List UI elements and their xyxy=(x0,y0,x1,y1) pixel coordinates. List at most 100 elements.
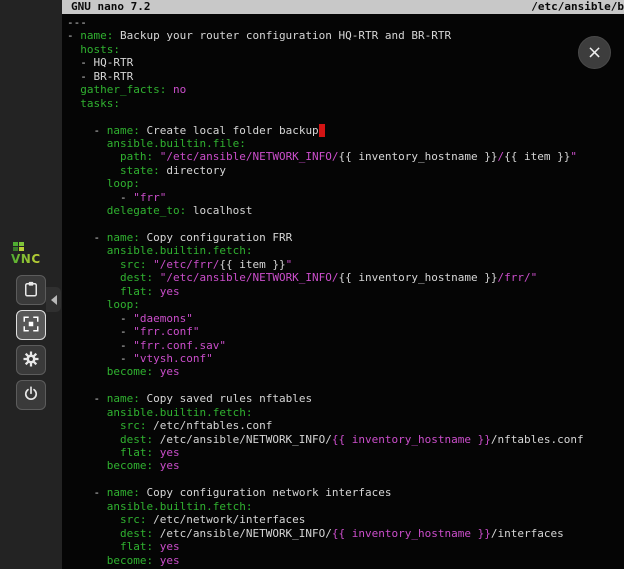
editor-line: - "daemons" xyxy=(67,312,624,325)
close-button[interactable]: × xyxy=(578,36,611,69)
code-segment xyxy=(67,298,107,311)
code-segment: yes xyxy=(160,446,180,459)
code-segment: loop: xyxy=(107,177,140,190)
code-segment: {{ item }} xyxy=(219,258,285,271)
editor-line: hosts: xyxy=(67,43,624,56)
code-segment: {{ inventory_hostname }} xyxy=(339,271,498,284)
editor-line: loop: xyxy=(67,177,624,190)
close-icon: × xyxy=(587,38,602,68)
novnc-logo: VNC xyxy=(11,242,51,266)
code-segment: hosts: xyxy=(80,43,120,56)
power-icon xyxy=(22,385,40,406)
editor-line: flat: yes xyxy=(67,540,624,553)
editor-line: become: yes xyxy=(67,365,624,378)
code-segment xyxy=(67,446,120,459)
code-segment xyxy=(67,419,120,432)
editor-line: gather_facts: no xyxy=(67,83,624,96)
editor-line: dest: /etc/ansible/NETWORK_INFO/{{ inven… xyxy=(67,527,624,540)
editor-line: become: yes xyxy=(67,554,624,567)
code-segment: loop: xyxy=(107,298,140,311)
nano-file-path: /etc/ansible/b xyxy=(531,0,624,14)
code-segment xyxy=(67,540,120,553)
code-segment: {{ inventory_hostname }} xyxy=(332,433,491,446)
code-segment xyxy=(153,150,160,163)
code-segment: - xyxy=(67,312,133,325)
code-segment xyxy=(67,513,120,526)
settings-button[interactable] xyxy=(16,345,46,375)
code-segment: - BR-RTR xyxy=(67,70,133,83)
code-segment: src: xyxy=(120,419,147,432)
code-segment: delegate_to: xyxy=(107,204,186,217)
code-segment: /etc/ansible/NETWORK_INFO/ xyxy=(153,433,332,446)
editor-text[interactable]: ---- name: Backup your router configurat… xyxy=(62,14,624,567)
code-segment: - xyxy=(67,339,133,352)
terminal[interactable]: GNU nano 7.2 /etc/ansible/b ---- name: B… xyxy=(62,0,624,569)
code-segment xyxy=(67,500,107,513)
code-segment: name: xyxy=(80,29,113,42)
editor-line xyxy=(67,110,624,123)
code-segment xyxy=(153,285,160,298)
editor-line: state: directory xyxy=(67,164,624,177)
code-segment: - xyxy=(67,231,107,244)
editor-line: src: /etc/network/interfaces xyxy=(67,513,624,526)
code-segment: become: xyxy=(107,554,153,567)
code-segment xyxy=(67,43,80,56)
editor-line: --- xyxy=(67,16,624,29)
code-segment: {{ item }} xyxy=(504,150,570,163)
code-segment: - xyxy=(67,392,107,405)
code-segment xyxy=(67,258,120,271)
code-segment: dest: xyxy=(120,433,153,446)
code-segment: yes xyxy=(160,459,180,472)
nano-titlebar: GNU nano 7.2 /etc/ansible/b xyxy=(62,0,624,14)
clipboard-button[interactable] xyxy=(16,275,46,305)
code-segment xyxy=(67,554,107,567)
power-button[interactable] xyxy=(16,380,46,410)
editor-line: ansible.builtin.fetch: xyxy=(67,500,624,513)
novnc-logo-text: VNC xyxy=(11,252,41,266)
code-segment xyxy=(67,271,120,284)
control-bar-handle[interactable] xyxy=(46,287,61,312)
code-segment: - xyxy=(67,29,80,42)
code-segment xyxy=(67,150,120,163)
editor-line: - name: Create local folder backup xyxy=(67,124,624,137)
code-segment xyxy=(67,527,120,540)
code-segment: flat: xyxy=(120,540,153,553)
code-segment xyxy=(153,271,160,284)
code-segment xyxy=(67,365,107,378)
editor-line: flat: yes xyxy=(67,446,624,459)
code-segment: /etc/nftables.conf xyxy=(146,419,272,432)
code-segment xyxy=(153,554,160,567)
code-segment: src: xyxy=(120,258,147,271)
code-segment: - HQ-RTR xyxy=(67,56,133,69)
editor-line: - name: Copy saved rules nftables xyxy=(67,392,624,405)
code-segment: /etc/network/interfaces xyxy=(146,513,305,526)
code-segment: "vtysh.conf" xyxy=(133,352,212,365)
editor-line: - "frr.conf" xyxy=(67,325,624,338)
editor-line: dest: /etc/ansible/NETWORK_INFO/{{ inven… xyxy=(67,433,624,446)
code-segment: Create local folder backup xyxy=(140,124,319,137)
editor-line xyxy=(67,218,624,231)
code-segment: directory xyxy=(160,164,226,177)
code-segment: state: xyxy=(120,164,160,177)
code-segment: Copy configuration FRR xyxy=(140,231,292,244)
code-segment: Backup your router configuration HQ-RTR … xyxy=(113,29,451,42)
code-segment: Copy saved rules nftables xyxy=(140,392,312,405)
editor-line xyxy=(67,379,624,392)
code-segment xyxy=(67,164,120,177)
editor-line: tasks: xyxy=(67,97,624,110)
fullscreen-button[interactable] xyxy=(16,310,46,340)
code-segment: Copy configuration network interfaces xyxy=(140,486,392,499)
code-segment: /etc/ansible/NETWORK_INFO/ xyxy=(153,527,332,540)
code-segment: /nftables.conf xyxy=(491,433,584,446)
text-cursor xyxy=(319,124,326,137)
editor-line: - "vtysh.conf" xyxy=(67,352,624,365)
code-segment xyxy=(67,433,120,446)
code-segment: name: xyxy=(107,231,140,244)
code-segment: ansible.builtin.fetch: xyxy=(107,406,253,419)
code-segment xyxy=(67,285,120,298)
code-segment xyxy=(67,97,80,110)
code-segment xyxy=(67,204,107,217)
code-segment: flat: xyxy=(120,285,153,298)
code-segment: --- xyxy=(67,16,87,29)
vnc-sidebar: VNC xyxy=(0,0,62,569)
